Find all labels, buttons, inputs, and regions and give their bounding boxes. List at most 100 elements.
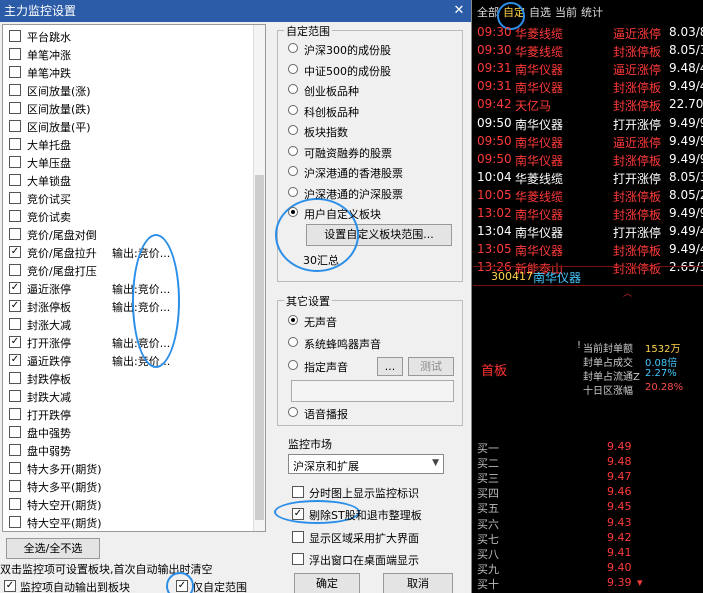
- cancel-button[interactable]: 取消: [383, 573, 453, 593]
- radio-button[interactable]: [288, 84, 298, 94]
- monitor-item-checkbox[interactable]: ✓: [9, 246, 21, 258]
- select-all-button[interactable]: 全选/全不选: [6, 538, 100, 559]
- monitor-list-item[interactable]: 盘中弱势: [7, 441, 255, 459]
- tab-4[interactable]: 统计: [581, 6, 603, 19]
- bid-row[interactable]: 买七 9.42: [477, 530, 703, 546]
- monitor-list-item[interactable]: 盘中强势: [7, 423, 255, 441]
- monitor-list-item[interactable]: ✓ 逼近涨停 输出:竞价...: [7, 279, 255, 297]
- option-check-box[interactable]: [292, 486, 304, 498]
- monitor-list-item[interactable]: 封跌大减: [7, 387, 255, 405]
- alert-row[interactable]: 09:42 天亿马 封涨停板 22.70: [477, 96, 703, 114]
- scrollbar-thumb[interactable]: [255, 175, 264, 520]
- selected-stock-bar[interactable]: 300417 南华仪器: [473, 266, 703, 286]
- monitor-list-item[interactable]: ✓ 打开涨停 输出:竞价...: [7, 333, 255, 351]
- bid-row[interactable]: 买十 9.39 ▾: [477, 575, 703, 591]
- alert-row[interactable]: 13:05南华仪器 封涨停板 9.49/4: [477, 241, 703, 259]
- alert-row[interactable]: 09:31南华仪器 逼近涨停 9.48/4: [477, 60, 703, 78]
- bid-row[interactable]: 买六 9.43: [477, 515, 703, 531]
- monitor-item-checkbox[interactable]: [9, 264, 21, 276]
- monitor-list-item[interactable]: 竞价/尾盘打压: [7, 261, 255, 279]
- monitor-item-checkbox[interactable]: [9, 480, 21, 492]
- monitor-list-item[interactable]: 特大空开(期货): [7, 495, 255, 513]
- monitor-list-item[interactable]: 单笔冲跌: [7, 63, 255, 81]
- monitor-item-checkbox[interactable]: [9, 102, 21, 114]
- list-scrollbar[interactable]: [253, 25, 265, 531]
- alert-row[interactable]: 13:02南华仪器 封涨停板 9.49/9: [477, 205, 703, 223]
- monitor-item-checkbox[interactable]: [9, 84, 21, 96]
- radio-button[interactable]: [288, 360, 298, 370]
- radio-button[interactable]: [288, 104, 298, 115]
- monitor-item-checkbox[interactable]: [9, 444, 21, 456]
- monitor-item-checkbox[interactable]: [9, 516, 21, 528]
- monitor-list-item[interactable]: 特大多平(期货): [7, 477, 255, 495]
- monitor-list-item[interactable]: 封涨大减: [7, 315, 255, 333]
- bid-row[interactable]: 买二 9.48: [477, 454, 703, 470]
- radio-button[interactable]: [288, 166, 298, 176]
- monitor-item-checkbox[interactable]: [9, 426, 21, 438]
- monitor-item-checkbox[interactable]: [9, 48, 21, 60]
- monitor-item-checkbox[interactable]: [9, 408, 21, 420]
- monitor-list-item[interactable]: 特大多开(期货): [7, 459, 255, 477]
- tab-2[interactable]: 自选: [529, 6, 551, 19]
- monitor-item-checkbox[interactable]: ✓: [9, 354, 21, 366]
- monitor-item-checkbox[interactable]: [9, 192, 21, 204]
- monitor-list-item[interactable]: 封跌停板: [7, 369, 255, 387]
- monitor-item-checkbox[interactable]: [9, 318, 21, 330]
- monitor-list-item[interactable]: 大单压盘: [7, 153, 255, 171]
- monitor-list-item[interactable]: 区间放量(涨): [7, 81, 255, 99]
- ok-button[interactable]: 确定: [294, 573, 360, 593]
- radio-button[interactable]: [288, 125, 298, 135]
- monitor-item-checkbox[interactable]: ✓: [9, 300, 21, 312]
- bid-row[interactable]: 买九 9.40: [477, 560, 703, 576]
- sound-path-input[interactable]: [291, 380, 454, 402]
- bid-row[interactable]: 买五 9.45: [477, 499, 703, 515]
- monitor-item-checkbox[interactable]: [9, 462, 21, 474]
- bid-row[interactable]: 买八 9.41: [477, 545, 703, 561]
- monitor-item-checkbox[interactable]: [9, 210, 21, 222]
- monitor-item-checkbox[interactable]: ✓: [9, 282, 21, 294]
- monitor-item-checkbox[interactable]: [9, 120, 21, 132]
- collapse-icon[interactable]: ︿: [623, 286, 632, 299]
- monitor-list-item[interactable]: 竞价/尾盘对倒: [7, 225, 255, 243]
- alert-row[interactable]: 09:30华菱线缆 逼近涨停 8.03/8: [477, 24, 703, 42]
- alert-row[interactable]: 13:04南华仪器 打开涨停 9.49/4: [477, 223, 703, 241]
- monitor-list-item[interactable]: 区间放量(跌): [7, 99, 255, 117]
- browse-sound-button[interactable]: ...: [377, 357, 403, 376]
- bid-row[interactable]: 买三 9.47: [477, 469, 703, 485]
- option-check-box[interactable]: [292, 553, 304, 565]
- monitor-item-checkbox[interactable]: [9, 390, 21, 402]
- monitor-item-checkbox[interactable]: [9, 30, 21, 42]
- tab-3[interactable]: 当前: [555, 6, 577, 19]
- monitor-item-checkbox[interactable]: [9, 156, 21, 168]
- auto-output-check-box[interactable]: ✓: [4, 580, 16, 592]
- bid-row[interactable]: 买四 9.46: [477, 484, 703, 500]
- monitor-item-checkbox[interactable]: [9, 138, 21, 150]
- monitor-list-item[interactable]: ✓ 逼近跌停 输出:竞价...: [7, 351, 255, 369]
- option-check-box[interactable]: ✓: [292, 508, 304, 520]
- monitor-list-item[interactable]: 区间放量(平): [7, 117, 255, 135]
- bid-row[interactable]: 买一 9.49: [477, 439, 703, 455]
- option-check-box[interactable]: [292, 531, 304, 543]
- monitor-item-checkbox[interactable]: [9, 174, 21, 186]
- alert-row[interactable]: 10:05华菱线缆 封涨停板 8.05/2: [477, 187, 703, 205]
- test-sound-button[interactable]: 测试: [408, 357, 454, 376]
- monitor-list-item[interactable]: 多头大涨(单股): [7, 531, 255, 532]
- radio-button[interactable]: [288, 43, 298, 53]
- alert-row[interactable]: 09:50南华仪器 打开涨停 9.49/9: [477, 115, 703, 133]
- radio-button[interactable]: [288, 186, 298, 197]
- alert-row[interactable]: 10:04华菱线缆 打开涨停 8.05/3: [477, 169, 703, 187]
- radio-button[interactable]: [288, 145, 298, 156]
- radio-button[interactable]: [288, 63, 298, 74]
- monitor-list-item[interactable]: 竞价试卖: [7, 207, 255, 225]
- monitor-item-checkbox[interactable]: [9, 228, 21, 240]
- radio-button[interactable]: [288, 207, 298, 217]
- monitor-list-item[interactable]: 大单锁盘: [7, 171, 255, 189]
- alert-row[interactable]: 09:50南华仪器 逼近涨停 9.49/9: [477, 133, 703, 151]
- monitor-item-checkbox[interactable]: [9, 372, 21, 384]
- radio-button[interactable]: [288, 407, 298, 417]
- monitor-list-item[interactable]: ✓ 封涨停板 输出:竞价...: [7, 297, 255, 315]
- tab-0[interactable]: 全部: [477, 6, 499, 19]
- monitor-list-item[interactable]: ✓ 竞价/尾盘拉升 输出:竞价...: [7, 243, 255, 261]
- alert-row[interactable]: 09:31南华仪器 封涨停板 9.49/4: [477, 78, 703, 96]
- monitor-list-item[interactable]: 单笔冲涨: [7, 45, 255, 63]
